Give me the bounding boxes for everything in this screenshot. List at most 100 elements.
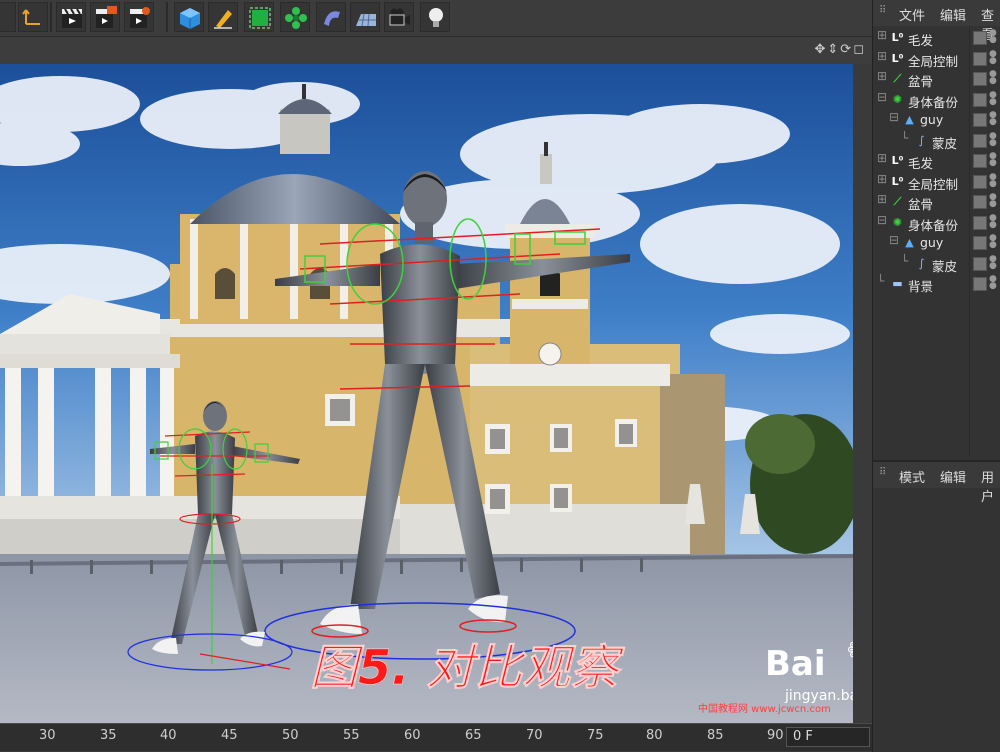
object-name[interactable]: 蒙皮 <box>932 133 957 152</box>
object-name[interactable]: 盆骨 <box>908 194 933 213</box>
deformer-button[interactable] <box>316 2 346 32</box>
layer-tag-icon[interactable] <box>973 256 987 271</box>
tree-expander-icon[interactable]: ⊞ <box>877 172 887 186</box>
tree-expander-icon[interactable]: └ <box>901 131 908 145</box>
grip-icon[interactable]: ⠿ <box>879 5 886 16</box>
menu-user[interactable]: 用户 <box>981 467 1000 505</box>
object-list: ⊞ L⁰ 毛发 ● ● ⊞ L⁰ 全局控制 ● ● ⊞ ⟋ 盆骨 ● ● ⊟ ✺ 身体备份 ● ● ⊟ ▲ guy ● ● └ ∫ 蒙… <box>873 28 1000 295</box>
layer-tag-icon[interactable] <box>973 174 987 189</box>
layer-tag-icon[interactable] <box>973 72 987 86</box>
object-row[interactable]: ⊞ ⟋ 盆骨 ● ● <box>873 192 1000 213</box>
3d-viewport[interactable]: 图5. 对比观察 ❁ Bai 经验 jingyan.baidu.com 中国教程… <box>0 64 853 723</box>
world-axis-button[interactable] <box>18 2 48 32</box>
tree-expander-icon[interactable]: ⊞ <box>877 28 887 42</box>
viewport-header: ✥⇕⟳◻ <box>0 37 872 64</box>
subdivision-button[interactable] <box>244 2 274 32</box>
zoom-icon[interactable]: ⇕ <box>827 42 840 57</box>
object-row[interactable]: ⊟ ▲ guy ● ● <box>873 110 1000 131</box>
object-row[interactable]: └ ∫ 蒙皮 ● ● <box>873 254 1000 275</box>
tree-expander-icon[interactable]: ⊞ <box>877 69 887 83</box>
tree-expander-icon[interactable]: ⊟ <box>877 90 887 104</box>
object-row[interactable]: ⊞ L⁰ 全局控制 ● ● <box>873 49 1000 70</box>
maximize-icon[interactable]: ◻ <box>853 42 866 57</box>
render-settings-button[interactable] <box>124 2 154 32</box>
object-row[interactable]: ⊟ ✺ 身体备份 ● ● <box>873 213 1000 234</box>
menu-mode[interactable]: 模式 <box>899 467 925 486</box>
object-name[interactable]: guy <box>920 235 943 250</box>
layer-tag-icon[interactable] <box>973 236 987 250</box>
layer-tag-icon[interactable] <box>973 154 987 168</box>
timeline-tick: 90 <box>767 728 784 743</box>
layer-tag-icon[interactable] <box>973 92 987 107</box>
tree-expander-icon[interactable]: ⊞ <box>877 192 887 206</box>
cube-primitive-button[interactable] <box>174 2 204 32</box>
visibility-dots-icon[interactable]: ● ● <box>989 49 997 65</box>
scale-tool-button[interactable] <box>0 2 16 32</box>
tree-expander-icon[interactable]: ⊞ <box>877 49 887 63</box>
floor-grid-icon <box>356 13 376 27</box>
layer-tag-icon[interactable] <box>973 113 987 127</box>
object-row[interactable]: └ ∫ 蒙皮 ● ● <box>873 131 1000 152</box>
object-name[interactable]: 身体备份 <box>908 92 958 111</box>
timeline-tick: 55 <box>343 728 360 743</box>
object-row[interactable]: ⊟ ▲ guy ● ● <box>873 233 1000 254</box>
visibility-dots-icon[interactable]: ● ● <box>989 275 997 291</box>
object-name[interactable]: 蒙皮 <box>932 256 957 275</box>
tree-expander-icon[interactable]: ⊟ <box>889 110 899 124</box>
layer-tag-icon[interactable] <box>973 195 987 209</box>
layer-tag-icon[interactable] <box>973 31 987 45</box>
visibility-dots-icon[interactable]: ● ● <box>989 111 997 127</box>
camera-button[interactable] <box>384 2 414 32</box>
visibility-dots-icon[interactable]: ● ● <box>989 152 997 168</box>
timeline-tick: 50 <box>282 728 299 743</box>
floor-button[interactable] <box>350 2 380 32</box>
polygon-icon: ▲ <box>905 236 914 249</box>
object-name[interactable]: 盆骨 <box>908 71 933 90</box>
layer-tag-icon[interactable] <box>973 277 987 291</box>
visibility-dots-icon[interactable]: ● ● <box>989 29 997 45</box>
visibility-dots-icon[interactable]: ● ● <box>989 172 997 188</box>
render-view-button[interactable] <box>56 2 86 32</box>
layer-tag-icon[interactable] <box>973 51 987 66</box>
tree-expander-icon[interactable]: └ <box>901 254 908 268</box>
object-row[interactable]: ⊞ L⁰ 全局控制 ● ● <box>873 172 1000 193</box>
grip-icon[interactable]: ⠿ <box>879 467 886 478</box>
current-frame-field[interactable]: 0 F <box>786 727 870 747</box>
object-name[interactable]: 毛发 <box>908 153 933 172</box>
object-name[interactable]: guy <box>920 112 943 127</box>
tree-expander-icon[interactable]: ⊟ <box>877 213 887 227</box>
visibility-dots-icon[interactable]: ● ● <box>989 70 997 86</box>
menu-edit[interactable]: 编辑 <box>940 467 966 486</box>
object-name[interactable]: 全局控制 <box>908 51 958 70</box>
object-row[interactable]: ⊞ L⁰ 毛发 ● ● <box>873 151 1000 172</box>
light-button[interactable] <box>420 2 450 32</box>
visibility-dots-icon[interactable]: ● ● <box>989 131 997 147</box>
tree-expander-icon[interactable]: └ <box>877 274 884 288</box>
object-row[interactable]: ⊞ ⟋ 盆骨 ● ● <box>873 69 1000 90</box>
timeline-tick: 60 <box>404 728 421 743</box>
timeline[interactable]: 30 35 40 45 50 55 60 65 70 75 80 85 90 0… <box>0 723 872 751</box>
visibility-dots-icon[interactable]: ● ● <box>989 234 997 250</box>
object-row[interactable]: └ ▬ 背景 ● ● <box>873 274 1000 295</box>
layer-tag-icon[interactable] <box>973 215 987 230</box>
visibility-dots-icon[interactable]: ● ● <box>989 90 997 106</box>
object-name[interactable]: 身体备份 <box>908 215 958 234</box>
layer-tag-icon[interactable] <box>973 133 987 148</box>
array-cloner-button[interactable] <box>280 2 310 32</box>
spline-pen-button[interactable] <box>208 2 238 32</box>
visibility-dots-icon[interactable]: ● ● <box>989 213 997 229</box>
tree-expander-icon[interactable]: ⊞ <box>877 151 887 165</box>
rotate-icon[interactable]: ⟳ <box>840 42 853 57</box>
visibility-dots-icon[interactable]: ● ● <box>989 254 997 270</box>
object-row[interactable]: ⊟ ✺ 身体备份 ● ● <box>873 90 1000 111</box>
object-name[interactable]: 全局控制 <box>908 174 958 193</box>
move-icon[interactable]: ✥ <box>814 42 827 57</box>
tree-expander-icon[interactable]: ⊟ <box>889 233 899 247</box>
visibility-dots-icon[interactable]: ● ● <box>989 193 997 209</box>
object-name[interactable]: 毛发 <box>908 30 933 49</box>
object-row[interactable]: ⊞ L⁰ 毛发 ● ● <box>873 28 1000 49</box>
render-picture-viewer-button[interactable] <box>90 2 120 32</box>
menu-edit[interactable]: 编辑 <box>940 5 966 24</box>
object-name[interactable]: 背景 <box>908 276 933 295</box>
menu-file[interactable]: 文件 <box>899 5 925 24</box>
